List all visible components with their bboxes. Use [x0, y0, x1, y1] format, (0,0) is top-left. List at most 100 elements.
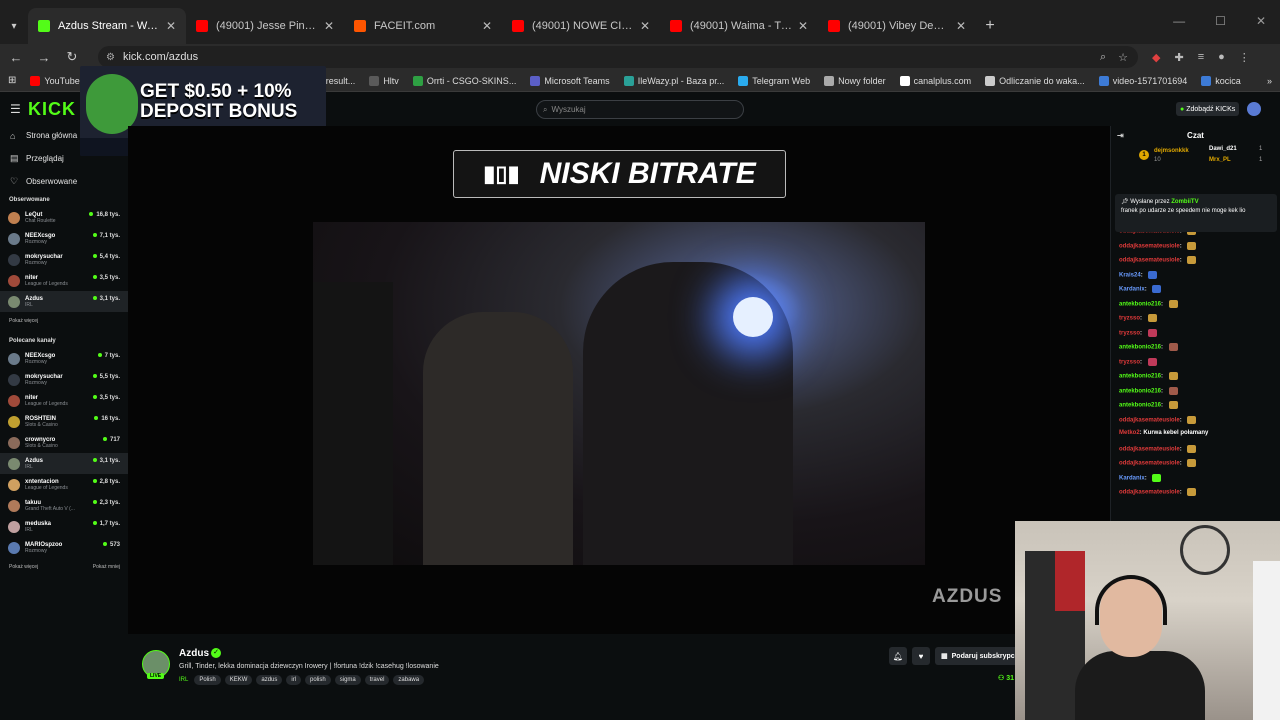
close-window-icon[interactable]: ✕: [1256, 14, 1266, 28]
chat-username[interactable]: oddajkasemateusiole: [1119, 490, 1180, 496]
channel-item[interactable]: meduska IRL 1,7 tys.: [0, 516, 128, 537]
browser-tab[interactable]: (49001) NOWE CIOCIE - Rydawa ✕: [502, 8, 660, 44]
stream-tag[interactable]: travel: [364, 675, 390, 685]
tab-strip-menu-icon[interactable]: ▾: [0, 8, 28, 44]
maximize-icon[interactable]: ☐: [1215, 14, 1226, 28]
follow-heart-button[interactable]: ♥: [912, 647, 930, 665]
stream-tag[interactable]: KEKW: [224, 675, 253, 685]
media-icon[interactable]: ≡: [1198, 51, 1204, 64]
pinned-message[interactable]: 📌︎ Wysłane przez ZombiiTV franek po udar…: [1115, 194, 1277, 232]
bookmark-item[interactable]: Odliczanie do waka...: [985, 75, 1085, 86]
bookmark-item[interactable]: canalplus.com: [899, 75, 971, 86]
browser-tab[interactable]: FACEIT.com ✕: [344, 8, 502, 44]
channel-item[interactable]: niter League of Legends 3,5 tys.: [0, 270, 128, 291]
menu-icon[interactable]: ☰: [10, 102, 21, 116]
channel-item[interactable]: crownycro Slots & Casino 717: [0, 432, 128, 453]
browser-tab[interactable]: (49001) Vibey Deep House Mix ✕: [818, 8, 976, 44]
user-avatar[interactable]: [1247, 102, 1261, 116]
gift-subscription-button[interactable]: ▦ Podaruj subskrypc: [935, 647, 1025, 665]
channel-item[interactable]: Azdus IRL 3,1 tys.: [0, 453, 128, 474]
browser-tab[interactable]: (49001) Waima - TOPFLOOR - Y ✕: [660, 8, 818, 44]
bookmarks-overflow-icon[interactable]: »: [1267, 76, 1272, 86]
bookmark-item[interactable]: kocica: [1201, 75, 1241, 86]
kick-logo[interactable]: KICK: [28, 99, 76, 120]
channel-item[interactable]: MARIOspzoo Rozmowy 573: [0, 537, 128, 558]
close-tab-icon[interactable]: ✕: [166, 19, 176, 33]
profile-icon[interactable]: ●: [1218, 51, 1225, 64]
stream-tag[interactable]: azdus: [256, 675, 283, 685]
channel-item[interactable]: takuu Grand Theft Auto V (... 2,3 tys.: [0, 495, 128, 516]
chat-username[interactable]: tryzsso: [1119, 359, 1140, 365]
get-kicks-button[interactable]: ● Zdobądź KICKs: [1176, 102, 1240, 116]
bookmark-item[interactable]: Telegram Web: [738, 75, 810, 86]
stream-tag[interactable]: polish: [305, 675, 331, 685]
show-more-followed-link[interactable]: Pokaż więcej: [9, 318, 38, 324]
browser-tab[interactable]: Azdus Stream - Watch Live on K ✕: [28, 8, 186, 44]
channel-item[interactable]: mokrysuchar Rozmowy 5,4 tys.: [0, 249, 128, 270]
menu-kebab-icon[interactable]: ⋮: [1239, 51, 1250, 64]
site-info-icon[interactable]: ⚙: [106, 52, 115, 63]
chat-username[interactable]: Kardanix: [1119, 475, 1145, 481]
close-tab-icon[interactable]: ✕: [640, 19, 650, 33]
show-less-link[interactable]: Pokaż mniej: [93, 564, 120, 570]
chat-username[interactable]: antekbonio216: [1119, 345, 1161, 351]
channel-item[interactable]: niter League of Legends 3,5 tys.: [0, 390, 128, 411]
bookmark-item[interactable]: IleWazy.pl - Baza pr...: [623, 75, 724, 86]
bookmark-item[interactable]: Microsoft Teams: [530, 75, 610, 86]
close-tab-icon[interactable]: ✕: [798, 19, 808, 33]
channel-name[interactable]: Azdus: [179, 648, 209, 659]
category-link[interactable]: IRL: [179, 677, 188, 683]
stream-tag[interactable]: zabawa: [393, 675, 425, 685]
channel-item[interactable]: xntentacion League of Legends 2,8 tys.: [0, 474, 128, 495]
chat-username[interactable]: oddajkasemateusiole: [1119, 417, 1180, 423]
close-tab-icon[interactable]: ✕: [324, 19, 334, 33]
bookmark-star-icon[interactable]: ☆: [1118, 51, 1128, 64]
zoom-icon[interactable]: ⌕: [1100, 51, 1106, 64]
channel-item[interactable]: NEEXcsgo Rozmowy 7 tys.: [0, 348, 128, 369]
chat-username[interactable]: antekbonio216: [1119, 388, 1161, 394]
bookmark-item[interactable]: YouTube: [30, 75, 80, 86]
stream-tag[interactable]: sigma: [334, 675, 361, 685]
address-input[interactable]: ⚙ kick.com/azdus ⌕ ☆: [98, 46, 1138, 68]
reload-icon[interactable]: ↻: [60, 49, 84, 65]
chat-username[interactable]: oddajkasemateusiole: [1119, 243, 1180, 249]
chat-username[interactable]: Kardanix: [1119, 287, 1145, 293]
collapse-chat-icon[interactable]: ⇥: [1117, 131, 1124, 140]
channel-item[interactable]: Azdus IRL 3,1 tys.: [0, 291, 128, 312]
chat-username[interactable]: Krais24: [1119, 272, 1141, 278]
chat-username[interactable]: antekbonio216: [1119, 374, 1161, 380]
channel-item[interactable]: LeQut Chat Roulette 16,8 tys.: [0, 207, 128, 228]
show-more-recommended-link[interactable]: Pokaż więcej: [9, 564, 38, 570]
extension-icon[interactable]: ◆: [1152, 51, 1160, 64]
sidebar-nav-item[interactable]: ♡ Obserwowane: [0, 170, 128, 193]
apps-icon[interactable]: ⊞: [8, 75, 16, 86]
chat-username[interactable]: Metko2: [1119, 430, 1140, 436]
chat-username[interactable]: oddajkasemateusiole: [1119, 461, 1180, 467]
forward-icon[interactable]: →: [32, 50, 56, 65]
channel-item[interactable]: NEEXcsgo Rozmowy 7,1 tys.: [0, 228, 128, 249]
browser-tab[interactable]: (49001) Jesse Pinkman - YouTube ✕: [186, 8, 344, 44]
bookmark-item[interactable]: video-1571701694: [1098, 75, 1187, 86]
back-icon[interactable]: ←: [4, 50, 28, 65]
video-player[interactable]: ▮▯▮ NISKI BITRATE AZDUS: [128, 126, 1110, 634]
stream-tag[interactable]: Polish: [194, 675, 221, 685]
chat-username[interactable]: tryzsso: [1119, 330, 1140, 336]
close-tab-icon[interactable]: ✕: [956, 19, 966, 33]
notification-bell-button[interactable]: 🔔︎: [889, 647, 907, 665]
channel-item[interactable]: ROSHTEIN Slots & Casino 16 tys.: [0, 411, 128, 432]
gifter-name[interactable]: dejmsonkkk: [1154, 148, 1189, 154]
chat-username[interactable]: oddajkasemateusiole: [1119, 446, 1180, 452]
chat-username[interactable]: antekbonio216: [1119, 403, 1161, 409]
close-tab-icon[interactable]: ✕: [482, 19, 492, 33]
search-input[interactable]: ⌕ Wyszukaj: [536, 100, 744, 119]
new-tab-button[interactable]: +: [976, 8, 1004, 44]
chat-username[interactable]: oddajkasemateusiole: [1119, 258, 1180, 264]
gifter-name[interactable]: Dawi_d21: [1209, 146, 1237, 152]
channel-item[interactable]: mokrysuchar Rozmowy 5,5 tys.: [0, 369, 128, 390]
gifter-name[interactable]: Mrx_PL: [1209, 157, 1231, 163]
minimize-icon[interactable]: —: [1173, 14, 1185, 28]
chat-username[interactable]: antekbonio216: [1119, 301, 1161, 307]
bookmark-item[interactable]: Nowy folder: [824, 75, 886, 86]
extensions-puzzle-icon[interactable]: ✚: [1174, 51, 1183, 64]
bookmark-item[interactable]: Hltv: [369, 75, 399, 86]
